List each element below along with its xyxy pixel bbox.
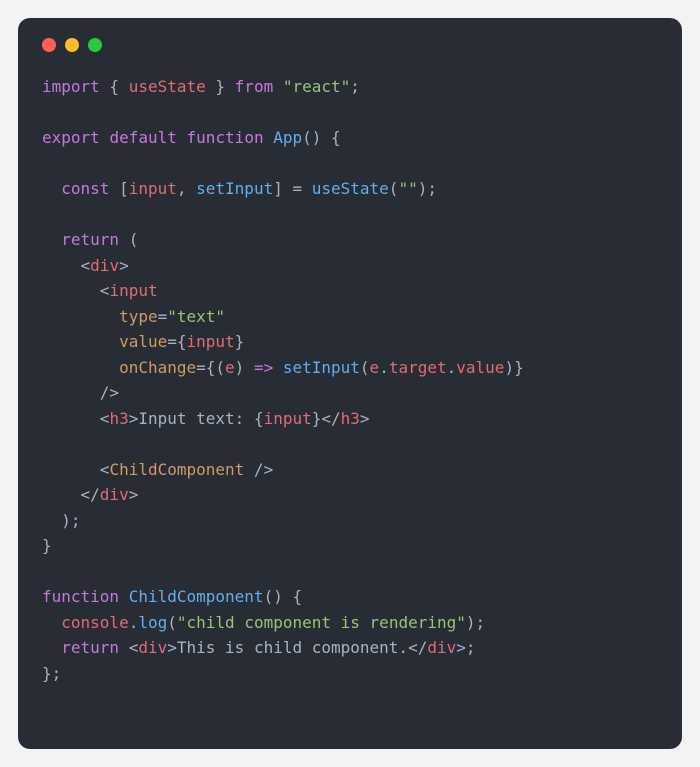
zoom-icon[interactable] (88, 38, 102, 52)
keyword-default: default (109, 128, 176, 147)
jsx-attr-type: type (119, 307, 158, 326)
jsx-attr-onChange: onChange (119, 358, 196, 377)
jsx-tag-ChildComponent: ChildComponent (109, 460, 244, 479)
keyword-from: from (235, 77, 274, 96)
keyword-function: function (187, 128, 264, 147)
close-icon[interactable] (42, 38, 56, 52)
ident-console: console (61, 613, 128, 632)
code-block: import { useState } from "react"; export… (42, 74, 658, 686)
fn-App: App (273, 128, 302, 147)
string-log-msg: "child component is rendering" (177, 613, 466, 632)
keyword-const: const (61, 179, 109, 198)
text-input-label: Input text: (138, 409, 254, 428)
string-react: "react" (283, 77, 350, 96)
text-child-msg: This is child component. (177, 638, 408, 657)
keyword-export: export (42, 128, 100, 147)
window-traffic-lights (42, 38, 658, 52)
keyword-return: return (61, 230, 119, 249)
jsx-attr-value: value (119, 332, 167, 351)
call-useState: useState (312, 179, 389, 198)
fn-ChildComponent: ChildComponent (129, 587, 264, 606)
keyword-return: return (61, 638, 119, 657)
jsx-tag-div: div (90, 256, 119, 275)
ident-useState: useState (129, 77, 206, 96)
minimize-icon[interactable] (65, 38, 79, 52)
jsx-tag-input: input (109, 281, 157, 300)
code-editor-window: import { useState } from "react"; export… (18, 18, 682, 749)
screenshot-frame: import { useState } from "react"; export… (0, 0, 700, 767)
ident-input: input (129, 179, 177, 198)
call-setInput: setInput (283, 358, 360, 377)
call-log: log (138, 613, 167, 632)
keyword-import: import (42, 77, 100, 96)
keyword-function: function (42, 587, 119, 606)
ident-setInput: setInput (196, 179, 273, 198)
jsx-tag-h3: h3 (109, 409, 128, 428)
